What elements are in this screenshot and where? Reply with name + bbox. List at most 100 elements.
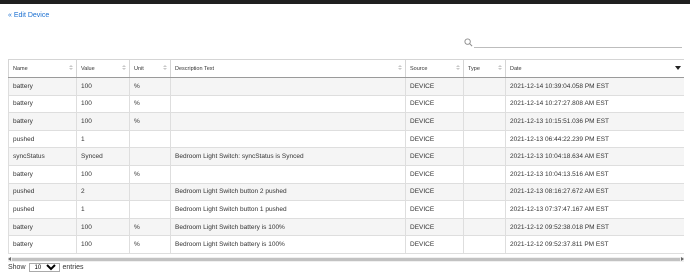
table-row: battery 100% DEVICE 2021-12-14 10:27:27.808…	[8, 94, 684, 114]
sort-icon	[498, 65, 502, 72]
cell-date: 2021-12-13 06:44:22.239 PM EST	[505, 129, 684, 149]
cell-type	[463, 129, 506, 149]
events-table: Name Value Unit Description Text Source …	[8, 59, 684, 254]
column-header-label: Type	[468, 65, 480, 72]
sort-icon	[398, 65, 402, 72]
cell-date: 2021-12-13 10:04:13.516 AM EST	[505, 164, 684, 184]
cell-description	[170, 77, 406, 96]
cell-name: syncStatus	[8, 147, 77, 166]
cell-name: battery	[8, 112, 77, 131]
cell-source: DEVICE	[405, 94, 464, 114]
column-header-description[interactable]: Description Text	[170, 59, 406, 78]
top-bar	[0, 0, 690, 4]
search-input[interactable]	[474, 37, 682, 48]
edit-device-link[interactable]: « Edit Device	[8, 12, 49, 19]
cell-date: 2021-12-13 07:37:47.167 AM EST	[505, 200, 684, 219]
column-header-label: Unit	[134, 65, 144, 72]
cell-description	[170, 129, 406, 149]
column-header-label: Name	[13, 65, 28, 72]
cell-source: DEVICE	[405, 200, 464, 219]
cell-unit	[129, 147, 171, 166]
cell-type	[463, 164, 506, 184]
cell-type	[463, 94, 506, 114]
cell-type	[463, 147, 506, 166]
cell-value: 100	[76, 94, 130, 114]
table-row: pushed 1 Bedroom Light Switch button 1 pus…	[8, 200, 684, 219]
events-table-wrapper: Name Value Unit Description Text Source …	[8, 59, 684, 261]
cell-description: Bedroom Light Switch: syncStatus is Sync…	[170, 147, 406, 166]
cell-name: battery	[8, 217, 77, 237]
cell-description	[170, 164, 406, 184]
cell-description: Bedroom Light Switch battery is 100%	[170, 235, 406, 254]
table-row: pushed 1 DEVICE 2021-12-13 06:44:22.239 PM …	[8, 129, 684, 149]
cell-description: Bedroom Light Switch battery is 100%	[170, 217, 406, 237]
cell-source: DEVICE	[405, 235, 464, 254]
sort-icon	[163, 65, 167, 72]
cell-description: Bedroom Light Switch button 2 pushed	[170, 182, 406, 202]
cell-type	[463, 182, 506, 202]
cell-value: 1	[76, 129, 130, 149]
column-header-type[interactable]: Type	[463, 59, 506, 78]
cell-source: DEVICE	[405, 164, 464, 184]
cell-source: DEVICE	[405, 112, 464, 131]
sort-icon	[122, 65, 126, 72]
cell-value: 100	[76, 112, 130, 131]
horizontal-scrollbar[interactable]	[8, 257, 684, 262]
cell-value: 100	[76, 235, 130, 254]
cell-name: pushed	[8, 129, 77, 149]
cell-source: DEVICE	[405, 77, 464, 96]
cell-type	[463, 235, 506, 254]
cell-name: battery	[8, 77, 77, 96]
cell-unit: %	[129, 94, 171, 114]
cell-unit: %	[129, 235, 171, 254]
cell-unit	[129, 200, 171, 219]
cell-value: 2	[76, 182, 130, 202]
scroll-right-icon[interactable]	[681, 257, 684, 261]
cell-value: 100	[76, 77, 130, 96]
cell-date: 2021-12-12 09:52:38.018 PM EST	[505, 217, 684, 237]
cell-date: 2021-12-13 08:16:27.672 AM EST	[505, 182, 684, 202]
table-row: battery 100% DEVICE 2021-12-14 10:39:04.058…	[8, 77, 684, 96]
table-row: syncStatus Synced Bedroom Light Switch: sy…	[8, 147, 684, 166]
cell-value: 100	[76, 164, 130, 184]
cell-type	[463, 77, 506, 96]
cell-unit: %	[129, 77, 171, 96]
cell-unit	[129, 182, 171, 202]
column-header-label: Source	[410, 65, 428, 72]
cell-date: 2021-12-13 10:04:18.634 AM EST	[505, 147, 684, 166]
cell-date: 2021-12-13 10:15:51.036 PM EST	[505, 112, 684, 131]
scrollbar-thumb[interactable]	[12, 258, 680, 261]
table-row: battery 100% DEVICE 2021-12-13 10:15:51.036…	[8, 112, 684, 131]
cell-description	[170, 112, 406, 131]
sort-icon	[69, 65, 73, 72]
cell-name: battery	[8, 235, 77, 254]
column-header-value[interactable]: Value	[76, 59, 130, 78]
search-icon	[464, 38, 473, 47]
table-body: battery 100% DEVICE 2021-12-14 10:39:04.058…	[8, 77, 684, 254]
cell-name: battery	[8, 94, 77, 114]
cell-value: 100	[76, 217, 130, 237]
cell-date: 2021-12-12 09:52:37.811 PM EST	[505, 235, 684, 254]
cell-source: DEVICE	[405, 147, 464, 166]
column-header-date[interactable]: Date	[505, 59, 684, 78]
table-header-row: Name Value Unit Description Text Source …	[8, 59, 684, 78]
cell-value: 1	[76, 200, 130, 219]
column-header-label: Value	[81, 65, 95, 72]
scroll-left-icon[interactable]	[8, 257, 11, 261]
table-row: battery 100% Bedroom Light Switch battery …	[8, 217, 684, 237]
show-label: Show	[8, 264, 26, 271]
table-row: pushed 2 Bedroom Light Switch button 2 pus…	[8, 182, 684, 202]
cell-source: DEVICE	[405, 217, 464, 237]
column-header-unit[interactable]: Unit	[129, 59, 171, 78]
cell-unit: %	[129, 217, 171, 237]
cell-value: Synced	[76, 147, 130, 166]
sort-icon	[456, 65, 460, 72]
cell-type	[463, 217, 506, 237]
column-header-name[interactable]: Name	[8, 59, 77, 78]
cell-source: DEVICE	[405, 129, 464, 149]
cell-description: Bedroom Light Switch button 1 pushed	[170, 200, 406, 219]
cell-unit: %	[129, 112, 171, 131]
cell-unit: %	[129, 164, 171, 184]
column-header-source[interactable]: Source	[405, 59, 464, 78]
search-box[interactable]	[462, 37, 684, 49]
